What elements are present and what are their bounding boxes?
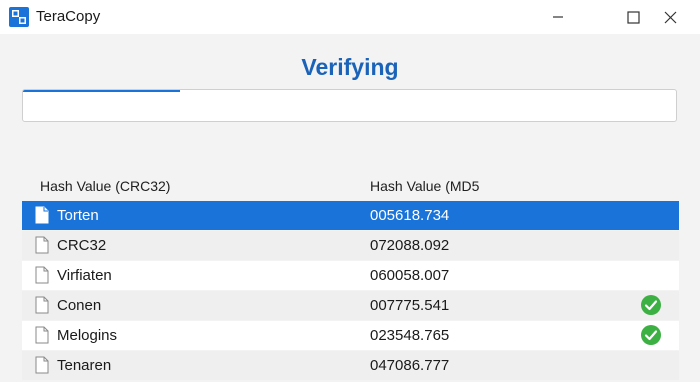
file-icon (35, 356, 49, 374)
check-circle-icon (641, 325, 661, 345)
window-title: TeraCopy (36, 8, 101, 25)
file-row[interactable]: Torten 005618.734 (22, 201, 679, 230)
file-icon (35, 266, 49, 284)
maximize-icon (626, 10, 640, 24)
file-hash: 047086.777 (370, 357, 450, 374)
file-hash: 007775.541 (370, 297, 450, 314)
file-hash: 060058.007 (370, 267, 450, 284)
minimize-icon (553, 16, 563, 18)
minimize-button[interactable] (540, 0, 576, 34)
file-hash: 072088.092 (370, 237, 450, 254)
file-icon (35, 296, 49, 314)
file-hash: 023548.765 (370, 327, 450, 344)
verify-progress-bar (22, 89, 677, 122)
column-header-md5[interactable]: Hash Value (MD5 (370, 178, 479, 194)
teracopy-logo-icon (9, 7, 29, 27)
file-row[interactable]: Conen 007775.541 (22, 291, 679, 320)
check-circle-icon (641, 295, 661, 315)
file-row[interactable]: Melogins 023548.765 (22, 321, 679, 350)
file-list: Torten 005618.734 CRC32 072088.092 Virfi… (22, 201, 679, 381)
file-name: Torten (57, 207, 99, 224)
file-hash: 005618.734 (370, 207, 450, 224)
status-heading: Verifying (301, 54, 399, 80)
file-name: Tenaren (57, 357, 112, 374)
file-row[interactable]: CRC32 072088.092 (22, 231, 679, 260)
title-bar: TeraCopy (0, 0, 700, 34)
file-name: Virfiaten (57, 267, 112, 284)
file-row[interactable]: Tenaren 047086.777 (22, 351, 679, 380)
file-row[interactable]: Virfiaten 060058.007 (22, 261, 679, 290)
file-icon (35, 326, 49, 344)
file-name: Melogins (57, 327, 118, 344)
close-button[interactable] (652, 0, 688, 34)
close-icon (664, 11, 676, 23)
file-icon (35, 206, 49, 224)
file-name: CRC32 (57, 237, 107, 254)
file-icon (35, 236, 49, 254)
progress-fill (23, 90, 180, 92)
file-name: Conen (57, 297, 102, 314)
column-header-crc32[interactable]: Hash Value (CRC32) (40, 178, 170, 194)
maximize-button[interactable] (615, 0, 651, 34)
